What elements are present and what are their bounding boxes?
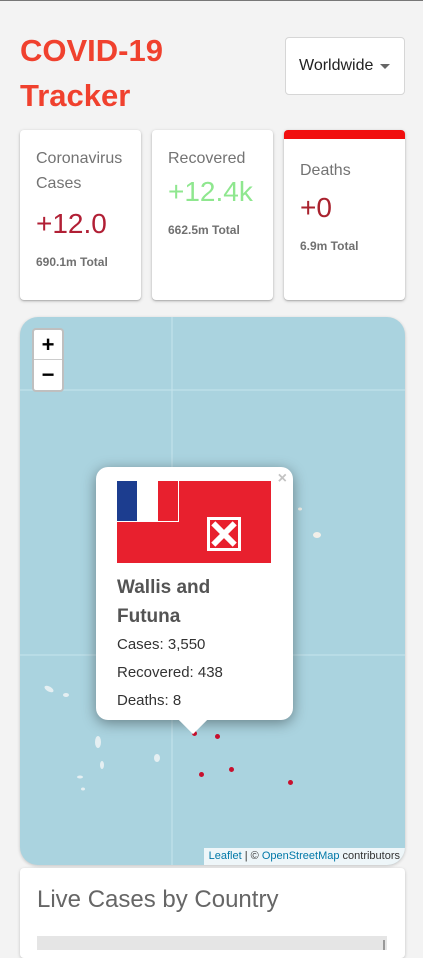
popup-cases: Cases: 3,550 — [117, 636, 206, 653]
zoom-control: + − — [32, 328, 64, 392]
deaths-card-total: 6.9m Total — [300, 239, 359, 253]
app-header: COVID-19 Tracker Worldwide — [20, 28, 405, 113]
country-marker[interactable] — [215, 734, 220, 739]
osm-link[interactable]: OpenStreetMap — [262, 850, 340, 862]
live-cases-table[interactable] — [37, 936, 387, 950]
country-popup: × Wallis and Futuna Cases: 3,550 Recover… — [96, 467, 293, 735]
zoom-in-button[interactable]: + — [34, 330, 62, 360]
cases-card-value: +12.0 — [36, 208, 107, 239]
country-marker[interactable] — [288, 780, 293, 785]
app-title: COVID-19 Tracker — [20, 33, 163, 113]
map-attribution: Leaflet | © OpenStreetMap contributors — [203, 848, 405, 865]
popup-country-name: Wallis and Futuna — [117, 577, 211, 627]
live-cases-card: Live Cases by Country — [20, 868, 405, 958]
cases-card-title: Coronavirus Cases — [36, 150, 123, 192]
country-select-value: Worldwide — [299, 57, 374, 74]
cases-card-total: 690.1m Total — [36, 255, 108, 269]
country-flag — [117, 481, 271, 563]
deaths-card-value: +0 — [300, 192, 332, 223]
country-marker[interactable] — [199, 772, 204, 777]
deaths-card-title: Deaths — [300, 162, 351, 179]
recovered-card-title: Recovered — [168, 150, 246, 167]
live-cases-title: Live Cases by Country — [37, 886, 279, 913]
popup-recovered: Recovered: 438 — [117, 664, 223, 681]
attribution-separator: | © — [241, 850, 262, 862]
country-marker[interactable] — [229, 767, 234, 772]
flag-saltire — [207, 517, 241, 551]
table-scrollbar[interactable] — [383, 940, 385, 950]
leaflet-link[interactable]: Leaflet — [209, 850, 242, 862]
flag-canton — [117, 481, 179, 522]
attribution-suffix: contributors — [339, 850, 400, 862]
world-map[interactable]: + − × Wallis and Futuna Cases: 3,550 Rec… — [20, 317, 405, 865]
recovered-card-total: 662.5m Total — [168, 223, 240, 237]
top-border — [0, 0, 423, 1]
country-select[interactable]: Worldwide — [285, 37, 405, 95]
recovered-card-value: +12.4k — [168, 176, 253, 207]
recovered-card[interactable]: Recovered +12.4k 662.5m Total — [152, 130, 273, 300]
deaths-card[interactable]: Deaths +0 6.9m Total — [284, 130, 405, 300]
close-icon[interactable]: × — [278, 470, 287, 488]
chevron-down-icon — [380, 64, 390, 69]
zoom-out-button[interactable]: − — [34, 360, 62, 390]
cases-card[interactable]: Coronavirus Cases +12.0 690.1m Total — [20, 130, 141, 300]
